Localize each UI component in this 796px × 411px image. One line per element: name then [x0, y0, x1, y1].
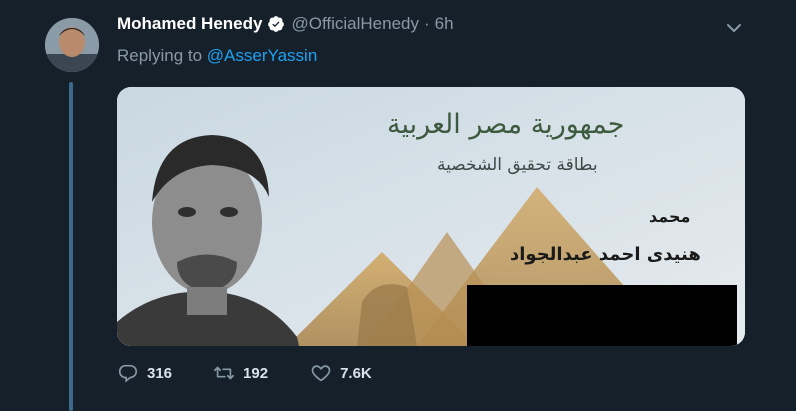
tweet-timestamp[interactable]: 6h [435, 14, 454, 34]
like-button[interactable]: 7.6K [310, 362, 372, 384]
chevron-down-icon[interactable] [724, 18, 744, 38]
tweet-actions: 316 192 7.6K [117, 362, 412, 384]
replying-prefix: Replying to [117, 46, 203, 65]
like-icon [311, 365, 331, 382]
thread-connector-line [69, 82, 73, 411]
header-separator: · [423, 14, 430, 33]
reply-icon [118, 364, 138, 383]
author-handle[interactable]: @OfficialHenedy [291, 14, 419, 34]
retweet-button[interactable]: 192 [213, 362, 268, 384]
tweet-media-image[interactable]: جمهورية مصر العربية بطاقة تحقيق الشخصية … [117, 87, 745, 346]
reply-button[interactable]: 316 [117, 362, 172, 384]
id-first-name: محمد [649, 207, 691, 226]
id-header-line2: بطاقة تحقيق الشخصية [437, 155, 598, 175]
reply-count: 316 [147, 364, 173, 382]
verified-badge-icon [267, 15, 285, 33]
retweet-count: 192 [243, 364, 269, 382]
like-count: 7.6K [340, 364, 372, 382]
retweet-icon [214, 366, 235, 380]
id-full-name: هنيدى احمد عبدالجواد [510, 244, 701, 265]
tweet-header: Mohamed Henedy @OfficialHenedy · 6h [117, 14, 454, 34]
id-header-line1: جمهورية مصر العربية [387, 109, 625, 140]
author-avatar[interactable] [45, 18, 99, 72]
author-name[interactable]: Mohamed Henedy [117, 14, 262, 34]
replying-to-line: Replying to @AsserYassin [117, 46, 317, 66]
replying-to-mention[interactable]: @AsserYassin [207, 46, 317, 65]
